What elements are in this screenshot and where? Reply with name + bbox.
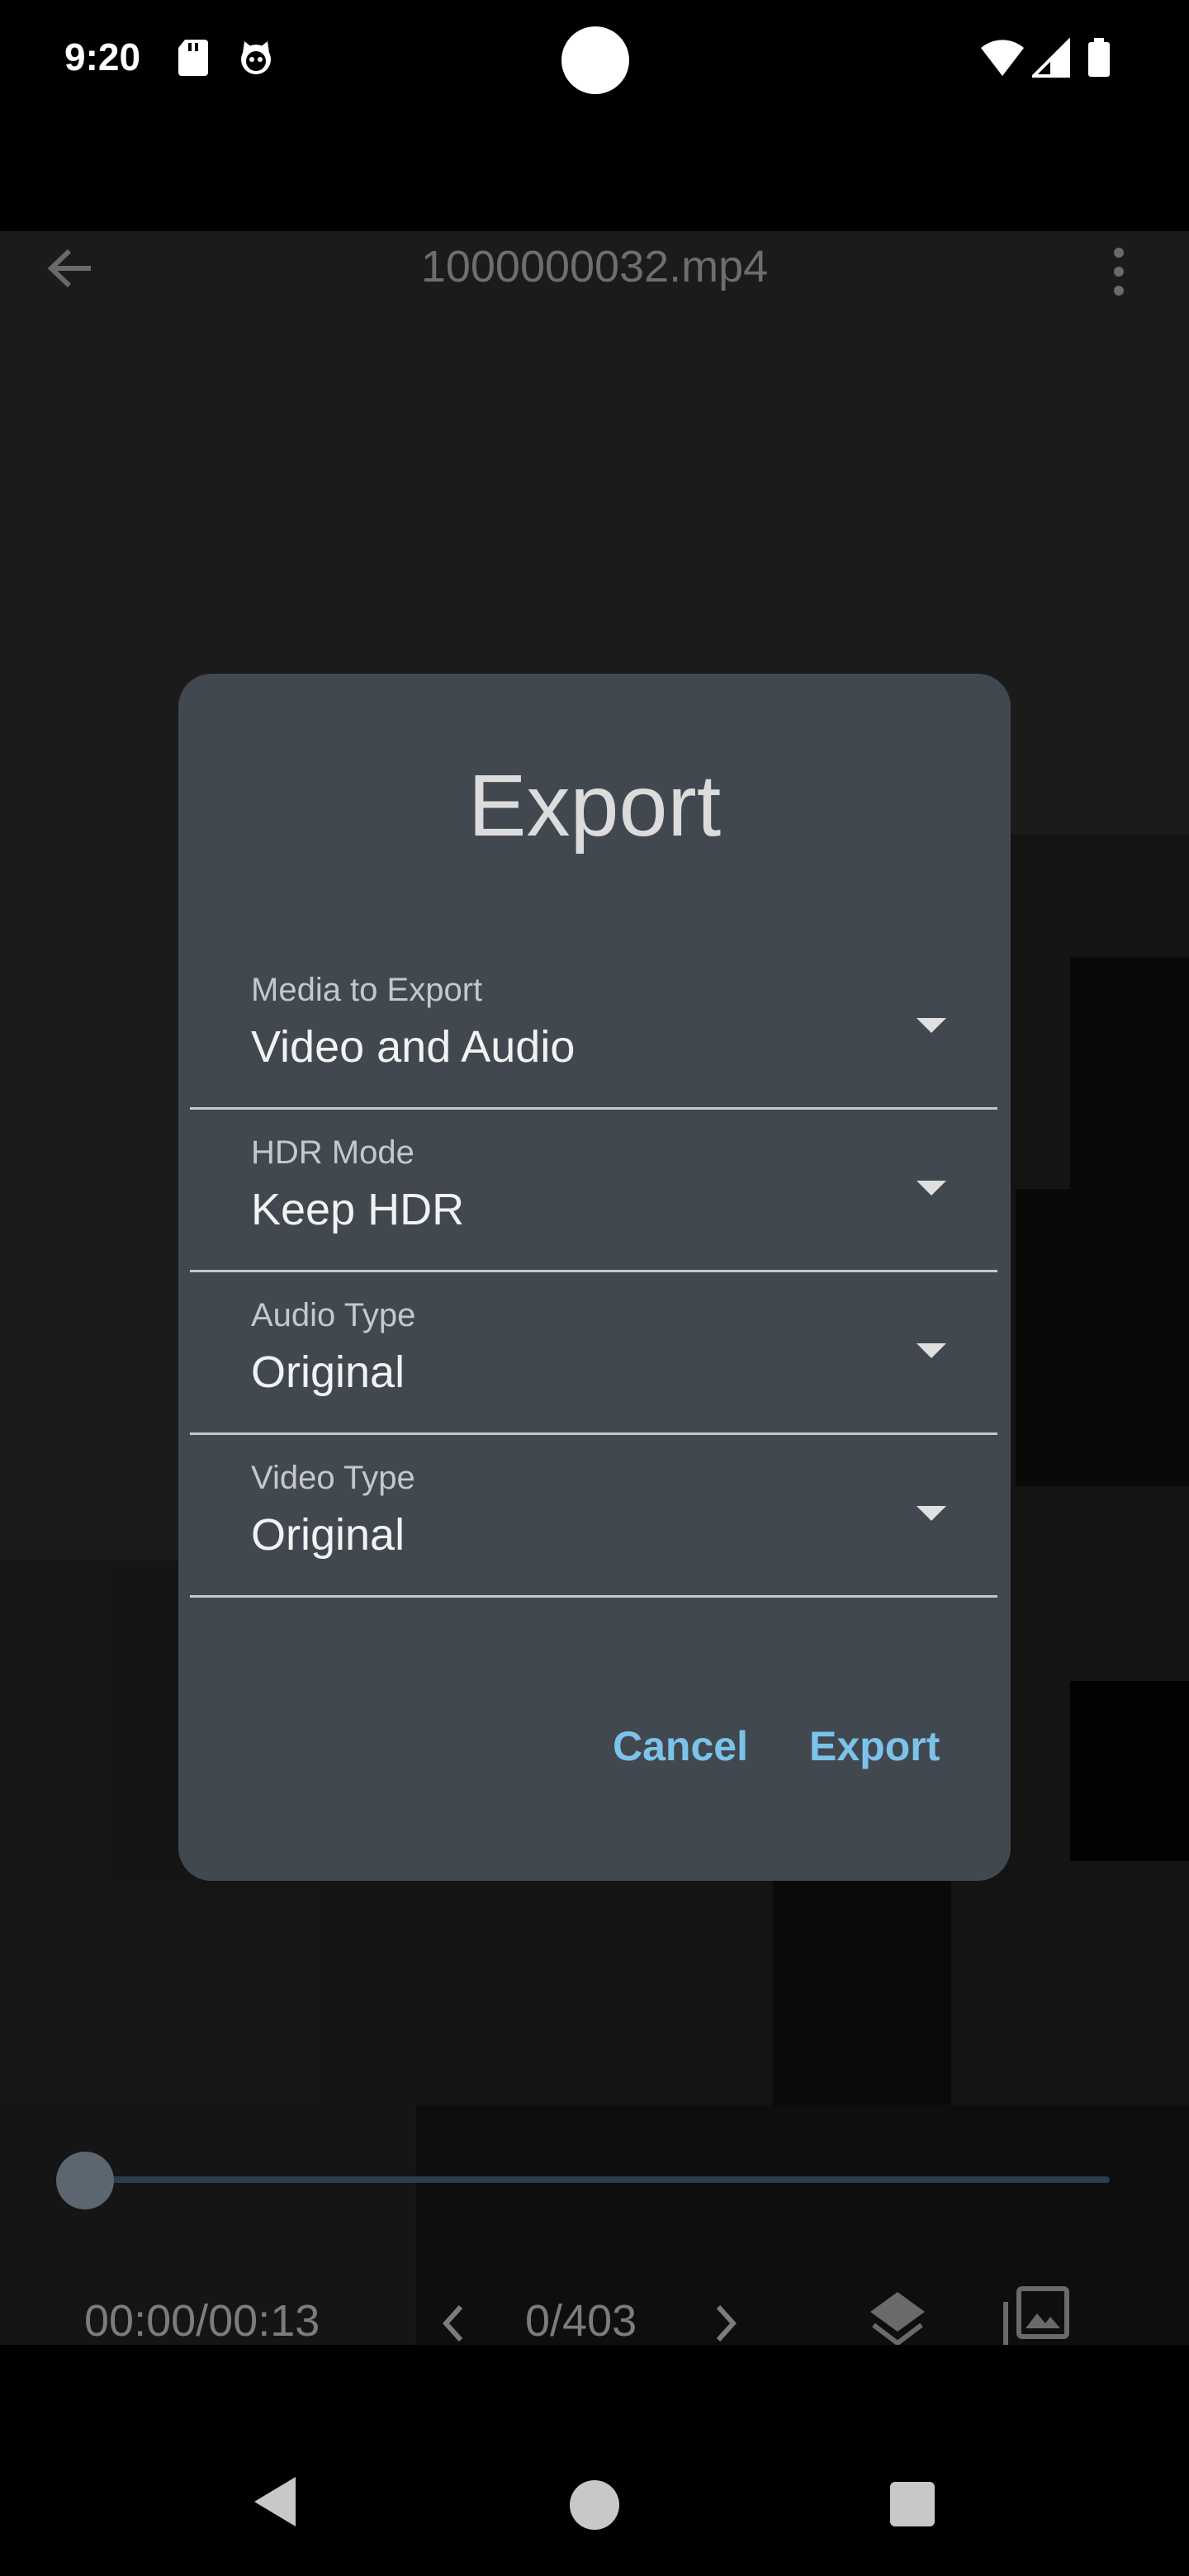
- sd-card-icon: [177, 38, 210, 78]
- field-label: HDR Mode: [251, 1134, 414, 1171]
- wifi-icon: [979, 38, 1026, 78]
- status-time: 9:20: [64, 36, 141, 78]
- cat-icon: [238, 38, 271, 78]
- next-frame-icon[interactable]: [708, 2300, 741, 2346]
- navigation-bar: [0, 2345, 1189, 2576]
- field-label: Video Type: [251, 1460, 415, 1496]
- video-type-dropdown[interactable]: Video Type Original: [190, 1433, 997, 1598]
- dialog-title: Export: [467, 757, 722, 855]
- camera-cutout: [561, 26, 629, 94]
- previous-frame-icon[interactable]: [438, 2300, 471, 2346]
- nav-recents-icon[interactable]: [890, 2482, 935, 2526]
- playback-time: 00:00/00:13: [84, 2296, 320, 2346]
- frame-counter: 0/403: [525, 2296, 637, 2346]
- layers-icon[interactable]: [867, 2287, 928, 2348]
- seek-bar-thumb[interactable]: [56, 2152, 114, 2209]
- gallery-icon[interactable]: [1002, 2285, 1070, 2353]
- media-to-export-dropdown[interactable]: Media to Export Video and Audio: [190, 945, 997, 1110]
- seek-bar-track[interactable]: [86, 2176, 1110, 2183]
- dropdown-arrow-icon: [917, 1506, 946, 1521]
- cell-signal-icon: [1030, 37, 1070, 78]
- field-label: Media to Export: [251, 972, 483, 1008]
- field-label: Audio Type: [251, 1297, 416, 1333]
- field-value: Original: [251, 1510, 405, 1560]
- export-button[interactable]: Export: [809, 1722, 940, 1770]
- field-value: Keep HDR: [251, 1185, 465, 1234]
- overflow-menu-icon[interactable]: [1106, 244, 1131, 299]
- field-value: Video and Audio: [251, 1022, 576, 1072]
- hdr-mode-dropdown[interactable]: HDR Mode Keep HDR: [190, 1108, 997, 1272]
- dropdown-arrow-icon: [917, 1181, 946, 1196]
- dropdown-arrow-icon: [917, 1018, 946, 1033]
- cancel-button[interactable]: Cancel: [613, 1722, 748, 1770]
- audio-type-dropdown[interactable]: Audio Type Original: [190, 1271, 997, 1435]
- dropdown-arrow-icon: [917, 1343, 946, 1358]
- nav-back-icon[interactable]: [249, 2474, 299, 2530]
- battery-icon: [1087, 38, 1111, 78]
- field-value: Original: [251, 1347, 405, 1397]
- nav-home-icon[interactable]: [570, 2480, 619, 2530]
- app-bar-title: 1000000032.mp4: [420, 242, 769, 291]
